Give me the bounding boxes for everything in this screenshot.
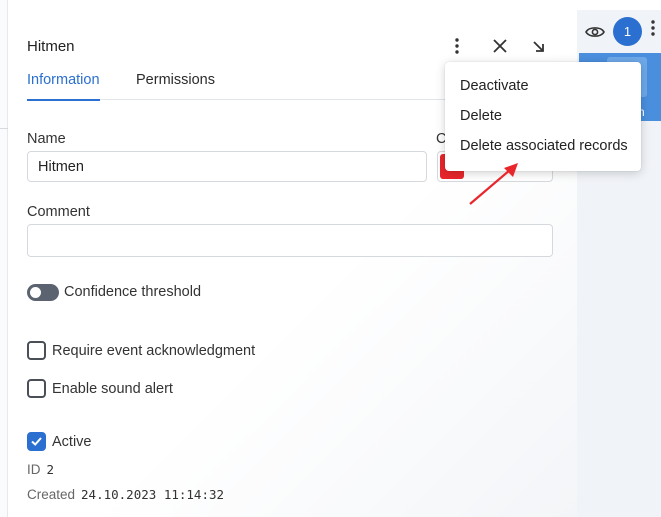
left-strip — [0, 0, 8, 517]
count-badge[interactable]: 1 — [613, 17, 642, 46]
require-ack-checkbox[interactable] — [27, 341, 46, 360]
toggle-knob — [30, 287, 41, 298]
created-label: Created — [27, 487, 76, 502]
confidence-label: Confidence threshold — [64, 284, 202, 300]
comment-label: Comment — [27, 204, 90, 220]
id-label: ID — [27, 462, 41, 477]
active-label: Active — [52, 434, 92, 450]
tab-information[interactable]: Information — [27, 72, 100, 101]
eye-icon[interactable] — [585, 25, 605, 39]
menu-item-deactivate[interactable]: Deactivate — [460, 78, 529, 94]
menu-item-delete-associated-records[interactable]: Delete associated records — [460, 138, 628, 154]
name-label: Name — [27, 131, 66, 147]
name-input[interactable] — [27, 151, 427, 182]
options-dropdown-menu: Deactivate Delete Delete associated reco… — [445, 62, 641, 171]
divider — [0, 128, 8, 129]
confidence-toggle[interactable] — [27, 284, 59, 301]
checkmark-icon — [31, 437, 42, 446]
id-value: 2 — [46, 462, 55, 477]
sound-alert-checkbox[interactable] — [27, 379, 46, 398]
arrow-down-right-icon — [532, 40, 544, 52]
close-icon — [493, 39, 507, 53]
created-row: Created 24.10.2023 11:14:32 — [27, 487, 224, 502]
active-checkbox[interactable] — [27, 432, 46, 451]
sound-alert-label: Enable sound alert — [52, 381, 173, 397]
require-ack-label: Require event acknowledgment — [52, 343, 256, 359]
close-button[interactable] — [488, 34, 512, 58]
more-vertical-icon[interactable] — [651, 20, 655, 36]
id-row: ID 2 — [27, 462, 54, 477]
collapse-button[interactable] — [526, 34, 550, 58]
more-vertical-icon — [455, 38, 459, 54]
comment-input[interactable] — [27, 224, 553, 257]
menu-item-delete[interactable]: Delete — [460, 108, 502, 124]
tab-permissions[interactable]: Permissions — [136, 72, 215, 100]
annotation-arrow-icon — [469, 163, 518, 205]
created-value: 24.10.2023 11:14:32 — [81, 487, 225, 502]
more-options-button[interactable] — [445, 34, 469, 58]
panel-title: Hitmen — [27, 38, 75, 55]
